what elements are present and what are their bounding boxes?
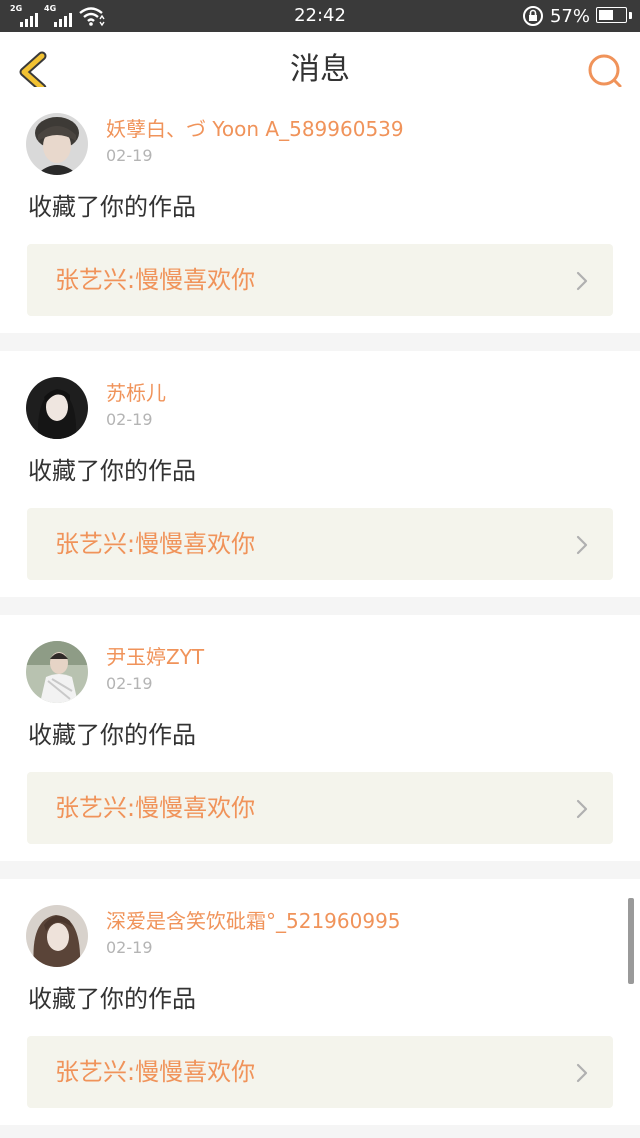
message-date: 02-19 <box>106 410 153 429</box>
work-link[interactable]: 张艺兴:慢慢喜欢你 <box>27 244 613 316</box>
work-link[interactable]: 张艺兴:慢慢喜欢你 <box>27 772 613 844</box>
work-link[interactable]: 张艺兴:慢慢喜欢你 <box>27 1036 613 1108</box>
battery-percent: 57% <box>549 5 590 27</box>
message-date: 02-19 <box>106 146 153 165</box>
rotation-lock-icon <box>522 6 543 26</box>
message-card: 尹玉婷ZYT 02-19 收藏了你的作品 张艺兴:慢慢喜欢你 <box>0 615 640 861</box>
status-bar: 2G 4G 22:42 57% <box>0 0 640 32</box>
work-title: 张艺兴:慢慢喜欢你 <box>55 530 256 558</box>
avatar[interactable] <box>26 905 88 967</box>
work-title: 张艺兴:慢慢喜欢你 <box>55 1058 256 1086</box>
message-card: 深爱是含笑饮砒霜°_521960995 02-19 收藏了你的作品 张艺兴:慢慢… <box>0 879 640 1125</box>
scrollbar-thumb[interactable] <box>628 898 634 984</box>
message-card: 苏栎儿 02-19 收藏了你的作品 张艺兴:慢慢喜欢你 <box>0 351 640 597</box>
search-button[interactable] <box>586 52 626 92</box>
sender-name[interactable]: 尹玉婷ZYT <box>106 644 204 670</box>
avatar[interactable] <box>26 641 88 703</box>
chevron-right-icon <box>576 535 588 555</box>
message-text: 收藏了你的作品 <box>28 721 196 749</box>
message-text: 收藏了你的作品 <box>28 193 196 221</box>
work-title: 张艺兴:慢慢喜欢你 <box>55 794 256 822</box>
message-text: 收藏了你的作品 <box>28 985 196 1013</box>
battery-icon <box>596 7 632 25</box>
chevron-right-icon <box>576 271 588 291</box>
avatar[interactable] <box>26 377 88 439</box>
avatar[interactable] <box>26 113 88 175</box>
message-date: 02-19 <box>106 674 153 693</box>
page-title: 消息 <box>290 52 350 87</box>
chevron-right-icon <box>576 1063 588 1083</box>
sender-name[interactable]: 深爱是含笑饮砒霜°_521960995 <box>106 908 401 934</box>
search-icon <box>588 54 622 88</box>
sender-name[interactable]: 苏栎儿 <box>106 380 166 406</box>
message-text: 收藏了你的作品 <box>28 457 196 485</box>
sender-name[interactable]: 妖孽白、づ Yoon A_589960539 <box>106 116 404 142</box>
chevron-right-icon <box>576 799 588 819</box>
status-icons-right: 57% <box>522 5 632 27</box>
message-date: 02-19 <box>106 938 153 957</box>
work-link[interactable]: 张艺兴:慢慢喜欢你 <box>27 508 613 580</box>
work-title: 张艺兴:慢慢喜欢你 <box>55 266 256 294</box>
message-card: 妖孽白、づ Yoon A_589960539 02-19 收藏了你的作品 张艺兴… <box>0 87 640 333</box>
